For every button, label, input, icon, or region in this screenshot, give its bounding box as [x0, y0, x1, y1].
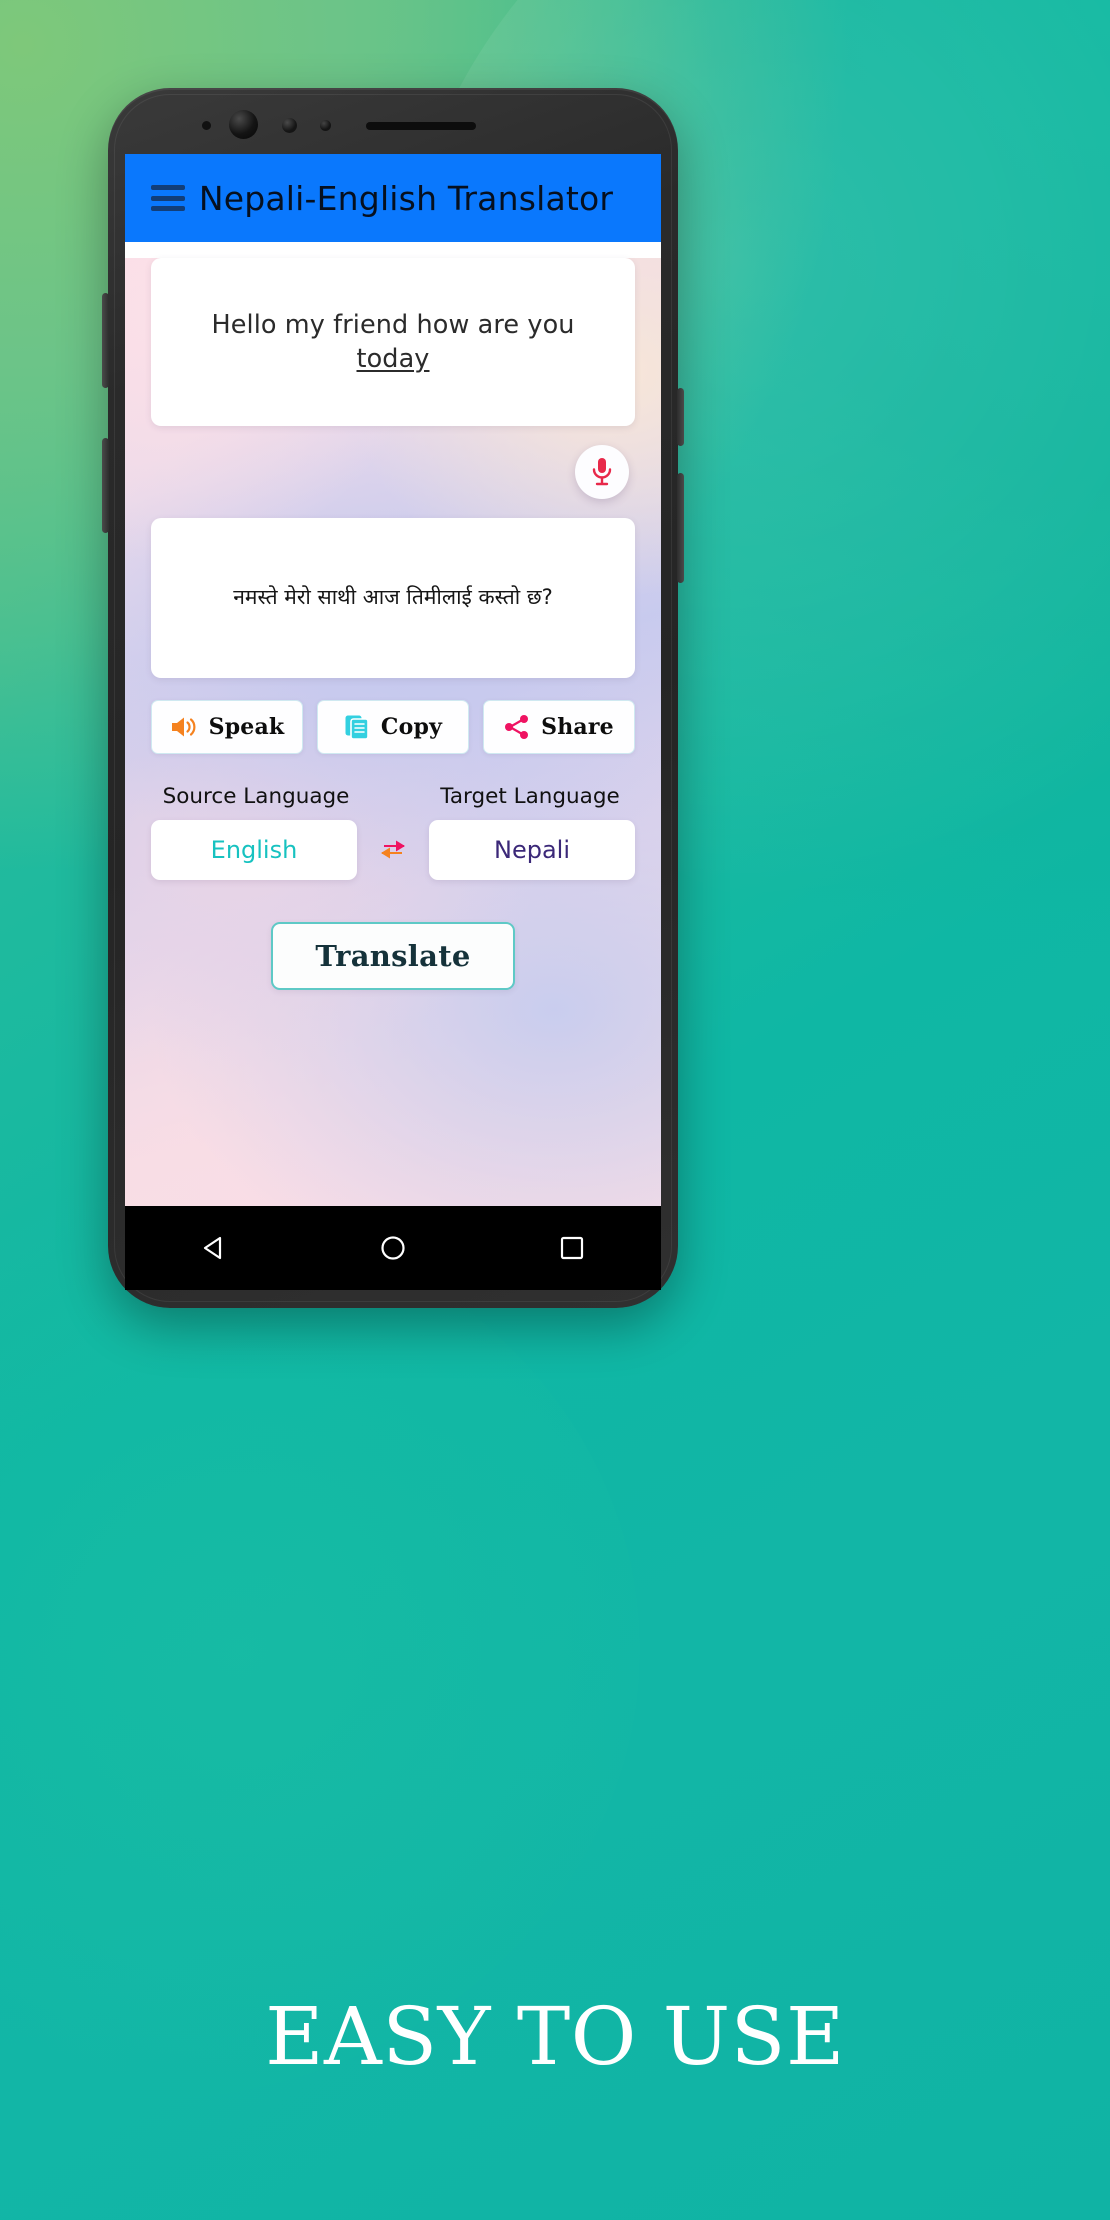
sensor-dot-icon	[202, 121, 211, 130]
speak-button[interactable]: Speak	[151, 700, 303, 754]
phone-bottom-bezel	[125, 1290, 661, 1308]
translated-text: नमस्ते मेरो साथी आज तिमीलाई कस्तो छ?	[233, 585, 553, 610]
proximity-sensor-icon	[282, 118, 297, 133]
nav-recents-button[interactable]	[545, 1221, 599, 1275]
front-camera-icon	[229, 110, 258, 139]
app-content: Hello my friend how are you today नमस्ते…	[125, 258, 661, 1206]
phone-screen: Nepali-English Translator Hello my frien…	[125, 154, 661, 1206]
phone-top-bezel	[108, 88, 678, 154]
translate-button-label: Translate	[315, 939, 471, 973]
app-bar: Nepali-English Translator	[125, 154, 661, 242]
earpiece-speaker-icon	[366, 122, 476, 130]
translate-button-row: Translate	[151, 922, 635, 990]
nav-home-button[interactable]	[366, 1221, 420, 1275]
app-title: Nepali-English Translator	[198, 178, 614, 218]
translated-text-card: नमस्ते मेरो साथी आज तिमीलाई कस्तो छ?	[151, 518, 635, 678]
phone-left-button-lower	[102, 438, 109, 533]
target-language-label: Target Language	[440, 784, 620, 809]
light-sensor-icon	[320, 120, 331, 131]
source-text: Hello my friend how are you today	[171, 308, 615, 377]
hamburger-menu-icon[interactable]	[151, 185, 185, 211]
swap-arrows-icon	[381, 840, 405, 859]
back-triangle-icon	[204, 1236, 222, 1260]
language-selector-row: English Nepali	[151, 820, 635, 880]
source-language-label: Source Language	[162, 784, 350, 809]
phone-power-button	[677, 388, 684, 446]
share-button-label: Share	[541, 714, 614, 740]
android-navigation-bar	[125, 1206, 661, 1290]
copy-pages-icon	[345, 715, 369, 740]
phone-left-button-upper	[102, 293, 109, 388]
phone-mockup: Nepali-English Translator Hello my frien…	[102, 88, 684, 1308]
source-text-underlined: today	[356, 344, 430, 374]
translate-button[interactable]: Translate	[271, 922, 515, 990]
source-language-value: English	[210, 836, 298, 864]
microphone-icon	[592, 458, 612, 486]
copy-button-label: Copy	[380, 714, 443, 740]
recents-square-icon	[560, 1236, 583, 1260]
copy-button[interactable]: Copy	[317, 700, 469, 754]
promo-caption: EASY TO USE	[265, 1990, 845, 2083]
source-text-plain: Hello my friend how are you	[211, 309, 575, 340]
background-highlight-bottom	[0, 1200, 640, 2100]
target-language-value: Nepali	[494, 836, 570, 864]
source-language-select[interactable]: English	[151, 820, 357, 880]
microphone-button[interactable]	[575, 445, 629, 499]
source-text-card[interactable]: Hello my friend how are you today	[151, 258, 635, 426]
action-button-row: Speak Copy Share	[151, 700, 635, 754]
speak-button-label: Speak	[208, 714, 285, 740]
phone-volume-button	[677, 473, 684, 583]
mic-row	[151, 426, 635, 518]
share-button[interactable]: Share	[483, 700, 635, 754]
share-nodes-icon	[505, 715, 529, 739]
home-circle-icon	[381, 1236, 405, 1260]
target-language-select[interactable]: Nepali	[429, 820, 635, 880]
nav-back-button[interactable]	[187, 1221, 241, 1275]
swap-languages-button[interactable]	[365, 834, 421, 866]
language-label-row: Source Language Target Language	[151, 784, 635, 809]
speaker-volume-icon	[171, 717, 196, 737]
